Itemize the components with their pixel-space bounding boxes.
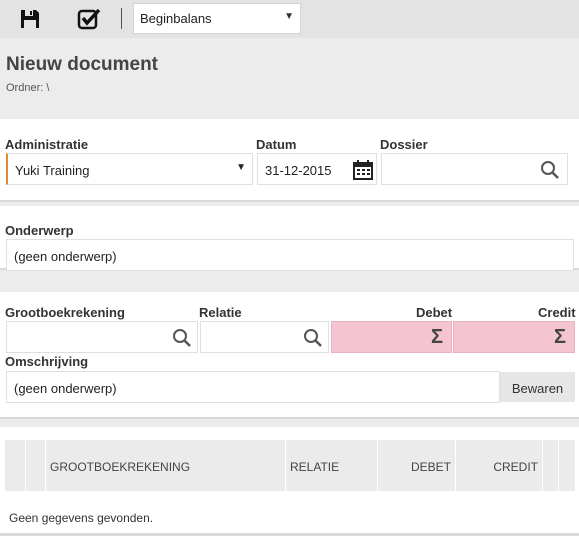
grid-header-grootboek: GROOTBOEKREKENING <box>50 460 191 474</box>
entries-grid: GROOTBOEKREKENING RELATIE DEBET CREDIT G… <box>0 427 579 536</box>
grid-col-select[interactable] <box>5 440 26 491</box>
grootboek-field[interactable] <box>6 321 198 353</box>
toolbar: Beginbalans ▼ <box>0 0 579 38</box>
grid-col-extra[interactable] <box>543 440 559 491</box>
grid-header: GROOTBOEKREKENING RELATIE DEBET CREDIT <box>5 440 575 491</box>
credit-field[interactable]: Σ <box>453 321 575 353</box>
relatie-field[interactable] <box>200 321 329 353</box>
grid-empty-message: Geen gegevens gevonden. <box>9 511 154 525</box>
folder-path: Ordner: \ <box>6 82 50 94</box>
dossier-field[interactable] <box>381 153 568 185</box>
grid-header-credit: CREDIT <box>493 460 538 474</box>
sigma-icon[interactable]: Σ <box>554 326 566 349</box>
datum-value: 31-12-2015 <box>265 163 332 178</box>
dossier-label: Dossier <box>380 137 428 152</box>
page-title: Nieuw document <box>6 54 159 75</box>
onderwerp-value: (geen onderwerp) <box>14 249 117 264</box>
grid-header-relatie: RELATIE <box>290 460 340 474</box>
omschrijving-label: Omschrijving <box>5 354 89 369</box>
chevron-down-icon: ▼ <box>284 11 294 22</box>
entry-panel: Grootboekrekening Relatie Debet Credit Σ… <box>0 292 579 419</box>
grid-col-relatie[interactable]: RELATIE <box>286 440 378 491</box>
datum-label: Datum <box>256 137 297 152</box>
document-type-value: Beginbalans <box>140 11 212 26</box>
subject-panel: Onderwerp (geen onderwerp) <box>0 206 579 271</box>
toolbar-divider <box>121 8 122 29</box>
save-button[interactable]: Bewaren <box>500 372 575 402</box>
grid-col-grootboek[interactable]: GROOTBOEKREKENING <box>46 440 286 491</box>
grid-header-debet: DEBET <box>410 460 451 474</box>
search-icon[interactable] <box>303 328 323 348</box>
debet-label: Debet <box>416 305 453 320</box>
search-icon[interactable] <box>172 328 192 348</box>
grid-col-credit[interactable]: CREDIT <box>456 440 543 491</box>
calendar-icon[interactable] <box>353 160 373 180</box>
omschrijving-field[interactable]: (geen onderwerp) <box>6 371 500 403</box>
onderwerp-field[interactable]: (geen onderwerp) <box>6 239 574 271</box>
onderwerp-label: Onderwerp <box>5 223 74 238</box>
administratie-label: Administratie <box>5 137 89 152</box>
grid-col-marker[interactable] <box>26 440 46 491</box>
page-header: Nieuw document Ordner: \ <box>0 38 579 119</box>
omschrijving-value: (geen onderwerp) <box>14 381 117 396</box>
chevron-down-icon: ▼ <box>236 162 246 173</box>
search-icon[interactable] <box>540 160 560 180</box>
debet-field[interactable]: Σ <box>331 321 452 353</box>
administratie-select[interactable]: Yuki Training ▼ <box>6 153 253 185</box>
checkbox-check-icon[interactable] <box>76 6 102 32</box>
document-type-select[interactable]: Beginbalans ▼ <box>133 3 301 34</box>
credit-label: Credit <box>538 305 576 320</box>
grid-col-debet[interactable]: DEBET <box>378 440 456 491</box>
floppy-disk-icon[interactable] <box>17 6 43 32</box>
sigma-icon[interactable]: Σ <box>431 326 443 349</box>
datum-field[interactable]: 31-12-2015 <box>257 153 377 185</box>
administratie-value: Yuki Training <box>15 163 90 178</box>
relatie-label: Relatie <box>199 305 242 320</box>
document-meta-panel: Administratie Datum Dossier Yuki Trainin… <box>0 119 579 202</box>
grootboek-label: Grootboekrekening <box>5 305 125 320</box>
